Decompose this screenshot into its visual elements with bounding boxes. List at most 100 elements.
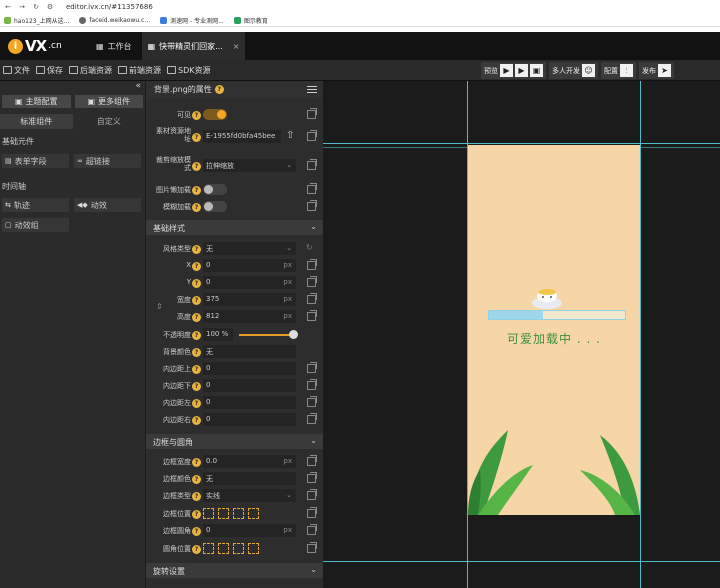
config-button[interactable]: 配置 ⫶ bbox=[601, 62, 636, 79]
section-base-style[interactable]: 基础样式 ⌄ bbox=[146, 220, 323, 235]
play-step-icon[interactable]: ▶ bbox=[515, 64, 528, 77]
border-right-icon[interactable] bbox=[233, 508, 244, 519]
section-border[interactable]: 边框与圆角 ⌄ bbox=[146, 434, 323, 449]
tab-custom-components[interactable]: 自定义 bbox=[73, 114, 146, 129]
bookmark-item[interactable]: hao123_上网从这... bbox=[4, 16, 69, 25]
copy-icon[interactable] bbox=[307, 108, 317, 119]
close-icon[interactable]: × bbox=[233, 42, 240, 51]
copy-icon[interactable] bbox=[307, 542, 317, 553]
copy-icon[interactable] bbox=[307, 362, 317, 373]
border-radius-input[interactable]: 0 px bbox=[203, 524, 296, 537]
radius-tl-icon[interactable] bbox=[218, 543, 229, 554]
radius-tr-icon[interactable] bbox=[233, 543, 244, 554]
help-icon[interactable]: ? bbox=[192, 492, 201, 501]
section-rotate[interactable]: 旋转设置 ⌄ bbox=[146, 563, 323, 578]
save-button[interactable]: 保存 bbox=[33, 65, 66, 76]
copy-icon[interactable] bbox=[307, 276, 317, 287]
help-icon[interactable]: ? bbox=[192, 545, 201, 554]
help-icon[interactable]: ? bbox=[192, 245, 201, 254]
help-icon[interactable]: ? bbox=[192, 313, 201, 322]
help-icon[interactable]: ? bbox=[192, 186, 201, 195]
component-anim-group[interactable]: ▢ 动效组 bbox=[2, 218, 69, 232]
style-type-select[interactable]: 无 ⌄ bbox=[203, 242, 296, 255]
publish-button[interactable]: 发布 ➤ bbox=[639, 62, 674, 79]
theme-config-button[interactable]: ▣ 主题配置 bbox=[2, 95, 71, 108]
padding-top-input[interactable]: 0 bbox=[203, 362, 296, 375]
copy-icon[interactable] bbox=[307, 396, 317, 407]
file-button[interactable]: 文件 bbox=[0, 65, 33, 76]
help-icon[interactable]: ? bbox=[192, 416, 201, 425]
help-icon[interactable]: ? bbox=[192, 133, 201, 142]
back-icon[interactable]: ← bbox=[4, 3, 12, 11]
lazy-load-toggle[interactable] bbox=[203, 184, 227, 195]
tab-project[interactable]: ▦ 快带精灵们回家... × bbox=[141, 32, 246, 60]
help-icon[interactable]: ? bbox=[192, 365, 201, 374]
padding-bottom-input[interactable]: 0 bbox=[203, 379, 296, 392]
help-icon[interactable]: ? bbox=[192, 111, 201, 120]
help-icon[interactable]: ? bbox=[192, 399, 201, 408]
sdk-resources-button[interactable]: SDK资源 bbox=[164, 65, 213, 76]
qr-icon[interactable]: ▣ bbox=[530, 64, 543, 77]
y-input[interactable]: 0 px bbox=[203, 276, 296, 289]
copy-icon[interactable] bbox=[307, 183, 317, 194]
component-track[interactable]: ⇆ 轨迹 bbox=[2, 198, 69, 212]
copy-icon[interactable] bbox=[307, 259, 317, 270]
copy-icon[interactable] bbox=[307, 489, 317, 500]
width-input[interactable]: 375 px bbox=[203, 293, 296, 306]
help-icon[interactable]: ? bbox=[192, 262, 201, 271]
help-icon[interactable]: ? bbox=[192, 510, 201, 519]
copy-icon[interactable] bbox=[307, 159, 317, 170]
phone-frame[interactable]: 可爱加载中 . . . bbox=[468, 145, 640, 515]
design-canvas[interactable]: 可爱加载中 . . . bbox=[323, 81, 720, 588]
border-bottom-icon[interactable] bbox=[248, 508, 259, 519]
border-top-icon[interactable] bbox=[218, 508, 229, 519]
collapse-icon[interactable]: « bbox=[135, 81, 141, 91]
bg-color-input[interactable]: 无 bbox=[203, 345, 296, 358]
help-icon[interactable]: ? bbox=[192, 527, 201, 536]
copy-icon[interactable] bbox=[307, 472, 317, 483]
help-icon[interactable]: ? bbox=[192, 203, 201, 212]
source-field[interactable]: E-1955fd0bfa45bee bbox=[203, 130, 281, 143]
border-width-input[interactable]: 0.0 px bbox=[203, 455, 296, 468]
opacity-input[interactable]: 100 % bbox=[203, 328, 233, 341]
help-icon[interactable]: ? bbox=[192, 458, 201, 467]
frontend-resources-button[interactable]: 前端资源 bbox=[115, 65, 164, 76]
refresh-icon[interactable]: ↻ bbox=[306, 243, 313, 252]
copy-icon[interactable] bbox=[307, 379, 317, 390]
menu-icon[interactable] bbox=[307, 86, 317, 93]
copy-icon[interactable] bbox=[307, 524, 317, 535]
scale-mode-select[interactable]: 拉伸缩放 ⌄ bbox=[203, 159, 296, 172]
radius-position-picker[interactable] bbox=[203, 543, 259, 554]
help-icon[interactable]: ? bbox=[192, 382, 201, 391]
collab-button[interactable]: 多人开发 ☺ bbox=[549, 62, 598, 79]
copy-icon[interactable] bbox=[307, 130, 317, 141]
help-icon[interactable]: ? bbox=[214, 85, 224, 94]
padding-right-input[interactable]: 0 bbox=[203, 413, 296, 426]
radius-all-icon[interactable] bbox=[203, 543, 214, 554]
blur-load-toggle[interactable] bbox=[203, 201, 227, 212]
address-bar[interactable]: editor.ivx.cn/#11357686 bbox=[66, 3, 153, 11]
forward-icon[interactable]: → bbox=[18, 3, 26, 11]
border-type-select[interactable]: 实线 ⌄ bbox=[203, 489, 296, 502]
help-icon[interactable]: ? bbox=[192, 296, 201, 305]
copy-icon[interactable] bbox=[307, 310, 317, 321]
copy-icon[interactable] bbox=[307, 413, 317, 424]
tab-standard-components[interactable]: 标准组件 bbox=[0, 114, 73, 129]
copy-icon[interactable] bbox=[307, 293, 317, 304]
height-input[interactable]: 812 px bbox=[203, 310, 296, 323]
help-icon[interactable]: ? bbox=[192, 348, 201, 357]
backend-resources-button[interactable]: 后端资源 bbox=[66, 65, 115, 76]
border-color-input[interactable]: 无 bbox=[203, 472, 296, 485]
copy-icon[interactable] bbox=[307, 507, 317, 518]
more-components-button[interactable]: ▣ 更多组件 bbox=[74, 95, 143, 108]
copy-icon[interactable] bbox=[307, 200, 317, 211]
help-icon[interactable]: ? bbox=[192, 279, 201, 288]
bookmark-item[interactable]: faceid.weikaowu.c... bbox=[79, 16, 150, 24]
reload-icon[interactable]: ↻ bbox=[32, 3, 40, 11]
bookmark-item[interactable]: 图示教育 bbox=[233, 16, 268, 25]
tab-workbench[interactable]: ▦ 工作台 bbox=[90, 32, 138, 60]
upload-icon[interactable]: ⇧ bbox=[286, 130, 294, 141]
border-position-picker[interactable] bbox=[203, 508, 259, 519]
component-anim[interactable]: ◀◆ 动效 bbox=[74, 198, 141, 212]
help-icon[interactable]: ? bbox=[192, 331, 201, 340]
